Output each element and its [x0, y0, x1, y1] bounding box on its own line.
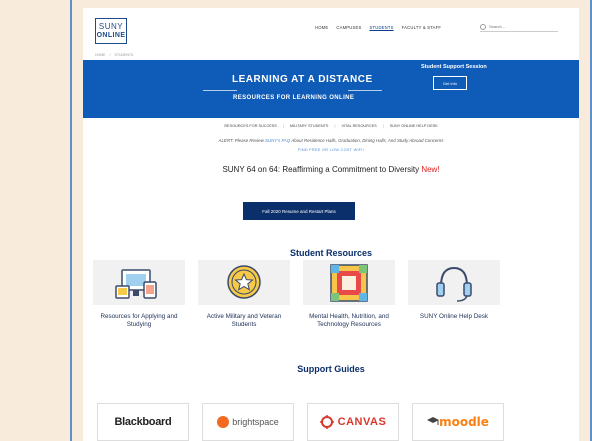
- alert-message: ALERT: Please Review SUNY's FAQ About Re…: [83, 138, 579, 143]
- wifi-link[interactable]: FIND FREE OR LOW COST WIFI!: [83, 148, 579, 152]
- search-icon[interactable]: [480, 23, 486, 30]
- breadcrumb: HOME / STUDENTS: [95, 53, 133, 57]
- sub-nav: RESOURCES FOR SUCCESS | MILITARY STUDENT…: [83, 124, 579, 128]
- student-resources-title: Student Resources: [289, 248, 373, 258]
- suny-online-logo[interactable]: SUNY ONLINE: [95, 18, 127, 44]
- subnav-separator: |: [282, 124, 284, 128]
- search-box[interactable]: [480, 22, 558, 32]
- top-bar: SUNY ONLINE HOME CAMPUSES STUDENTS FACUL…: [83, 8, 579, 52]
- devices-icon[interactable]: [93, 260, 185, 305]
- resource-card-label: Mental Health, Nutrition, and Technology…: [309, 313, 389, 328]
- nav-home[interactable]: HOME: [315, 25, 328, 30]
- resource-cards: Resources for Applying and Studying Acti…: [93, 260, 513, 329]
- diversity-headline[interactable]: SUNY 64 on 64: Reaffirming a Commitment …: [83, 165, 579, 174]
- nav-campuses[interactable]: CAMPUSES: [336, 25, 361, 30]
- brightspace-icon: [217, 416, 230, 428]
- breadcrumb-home[interactable]: HOME: [95, 53, 106, 57]
- banner-title: LEARNING AT A DISTANCE: [232, 74, 373, 85]
- page: SUNY ONLINE HOME CAMPUSES STUDENTS FACUL…: [83, 8, 579, 441]
- canvas-guide[interactable]: CANVAS: [307, 403, 399, 441]
- moodle-logo: moodle: [439, 415, 489, 429]
- brightspace-logo: brightspace: [232, 417, 279, 427]
- main-nav: HOME CAMPUSES STUDENTS FACULTY & STAFF: [315, 25, 441, 30]
- resource-card-applying[interactable]: Resources for Applying and Studying: [93, 260, 185, 329]
- canvas-icon: [319, 415, 334, 429]
- headset-icon[interactable]: [408, 260, 500, 305]
- grid-frame-icon[interactable]: [303, 260, 395, 305]
- alert-suffix: About Residence Halls, Graduation, Dinin…: [290, 138, 444, 143]
- canvas-logo: CANVAS: [337, 416, 387, 428]
- hero-banner: LEARNING AT A DISTANCE RESOURCES FOR LEA…: [83, 60, 579, 118]
- blackboard-guide[interactable]: Blackboard: [97, 403, 189, 441]
- breadcrumb-students: STUDENTS: [114, 53, 134, 57]
- resource-card-help-desk[interactable]: SUNY Online Help Desk: [408, 260, 500, 329]
- support-guide-logos: Blackboard brightspace CANVAS moodle: [97, 403, 504, 441]
- blackboard-logo: Blackboard: [114, 416, 172, 428]
- banner-subtitle: RESOURCES FOR LEARNING ONLINE: [233, 95, 355, 101]
- banner-line-right: [348, 90, 382, 91]
- logo-line1: SUNY: [98, 22, 124, 31]
- session-title: Student Support Session: [421, 64, 487, 70]
- support-guides-title: Support Guides: [297, 364, 365, 374]
- star-badge-icon[interactable]: [198, 260, 290, 305]
- resource-card-label: Resources for Applying and Studying: [100, 313, 178, 328]
- restart-plans-button[interactable]: Fall 2020 Resume and Restart Plans: [243, 202, 355, 220]
- moodle-guide[interactable]: moodle: [412, 403, 504, 441]
- headline-text: SUNY 64 on 64: Reaffirming a Commitment …: [222, 165, 422, 174]
- subnav-separator: |: [382, 124, 384, 128]
- faq-link[interactable]: SUNY's FAQ: [265, 138, 290, 143]
- alert-prefix: ALERT: Please Review: [218, 138, 265, 143]
- subnav-help-desk[interactable]: SUNY ONLINE HELP DESK: [390, 124, 438, 128]
- subnav-military-students[interactable]: MILITARY STUDENTS: [290, 124, 329, 128]
- mortarboard-icon: [427, 417, 440, 425]
- resource-card-label: Active Military and Veteran Students: [206, 313, 282, 328]
- resource-card-mental-health[interactable]: Mental Health, Nutrition, and Technology…: [303, 260, 395, 329]
- get-info-button[interactable]: Get Info: [433, 76, 467, 90]
- nav-faculty-staff[interactable]: FACULTY & STAFF: [402, 25, 442, 30]
- nav-students[interactable]: STUDENTS: [369, 25, 393, 30]
- subnav-vital-resources[interactable]: VITAL RESOURCES: [341, 124, 376, 128]
- banner-line-left: [203, 90, 237, 91]
- new-badge: New!: [421, 165, 440, 174]
- resource-card-military[interactable]: Active Military and Veteran Students: [198, 260, 290, 329]
- search-input[interactable]: [489, 24, 549, 29]
- subnav-resources-for-success[interactable]: RESOURCES FOR SUCCESS: [224, 124, 277, 128]
- brightspace-guide[interactable]: brightspace: [202, 403, 294, 441]
- logo-line2: ONLINE: [96, 32, 126, 39]
- breadcrumb-separator: /: [109, 53, 111, 57]
- subnav-separator: |: [334, 124, 336, 128]
- resource-card-label: SUNY Online Help Desk: [419, 313, 489, 320]
